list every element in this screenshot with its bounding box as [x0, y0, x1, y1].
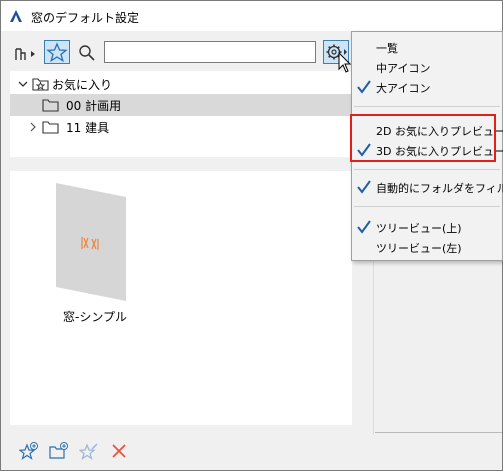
tree-item-favorites[interactable]: お気に入り: [10, 73, 352, 95]
object-type-dropdown[interactable]: [13, 42, 39, 64]
tree-item-11-fittings[interactable]: 11 建具: [10, 116, 352, 138]
checkmark-icon: [357, 80, 371, 94]
menu-item-tree-view-top[interactable]: ツリービュー(上): [352, 217, 502, 237]
window-3d-preview-thumbnail: [56, 183, 126, 301]
folder-icon: [42, 99, 59, 112]
menu-item-label: ツリービュー(左): [376, 242, 462, 255]
menu-item-label: 中アイコン: [376, 62, 431, 75]
preview-pane: 窓-シンプル: [10, 171, 352, 425]
tree-item-label: お気に入り: [52, 77, 113, 92]
search-icon: [79, 45, 95, 61]
menu-item-medium-icons[interactable]: 中アイコン: [352, 57, 502, 77]
menu-item-label: 自動的にフォルダをフィルタ: [376, 182, 503, 195]
checkmark-icon: [357, 180, 371, 194]
favorites-button[interactable]: [44, 40, 70, 64]
highlight-annotation-box: [350, 114, 496, 162]
favorites-folder-icon: [32, 78, 49, 91]
window-title: 窓のデフォルト設定: [31, 11, 140, 25]
edit-favorite-icon[interactable]: [79, 441, 99, 461]
menu-separator: [354, 169, 500, 170]
menu-item-label: ツリービュー(上): [376, 222, 462, 235]
mouse-cursor-icon: [338, 52, 352, 73]
object-name-label: 窓-シンプル: [63, 310, 127, 324]
object-type-icon: [15, 48, 35, 60]
checkmark-icon: [357, 220, 371, 234]
folder-tree: お気に入り 00 計画用 11 建具: [10, 71, 352, 157]
menu-item-tree-view-left[interactable]: ツリービュー(左): [352, 237, 502, 257]
pane-separator: [375, 432, 502, 433]
window-object-tile[interactable]: 窓-シンプル: [10, 171, 180, 331]
archicad-app-icon: [10, 10, 22, 22]
chevron-down-icon[interactable]: [18, 79, 28, 89]
search-button[interactable]: [75, 42, 99, 64]
tree-item-00-planning[interactable]: 00 計画用: [10, 94, 352, 116]
menu-separator: [354, 206, 500, 207]
tree-item-label: 11 建具: [66, 120, 110, 135]
new-folder-icon[interactable]: [49, 441, 69, 461]
menu-item-auto-filter-folders[interactable]: 自動的にフォルダをフィルタ: [352, 177, 503, 197]
folder-icon: [42, 121, 59, 134]
delete-icon[interactable]: [109, 441, 129, 461]
menu-item-list[interactable]: 一覧: [352, 37, 502, 57]
menu-item-large-icons[interactable]: 大アイコン: [352, 77, 502, 97]
add-favorite-icon[interactable]: [19, 441, 39, 461]
chevron-right-icon[interactable]: [28, 122, 38, 132]
menu-item-label: 大アイコン: [376, 82, 431, 95]
title-bar: 窓のデフォルト設定: [1, 1, 502, 31]
bottom-toolbar: [1, 431, 361, 469]
search-input[interactable]: [104, 41, 316, 63]
menu-separator: [354, 106, 500, 107]
menu-item-label: 一覧: [376, 42, 398, 55]
tree-item-label: 00 計画用: [66, 98, 122, 113]
star-icon: [46, 42, 68, 63]
